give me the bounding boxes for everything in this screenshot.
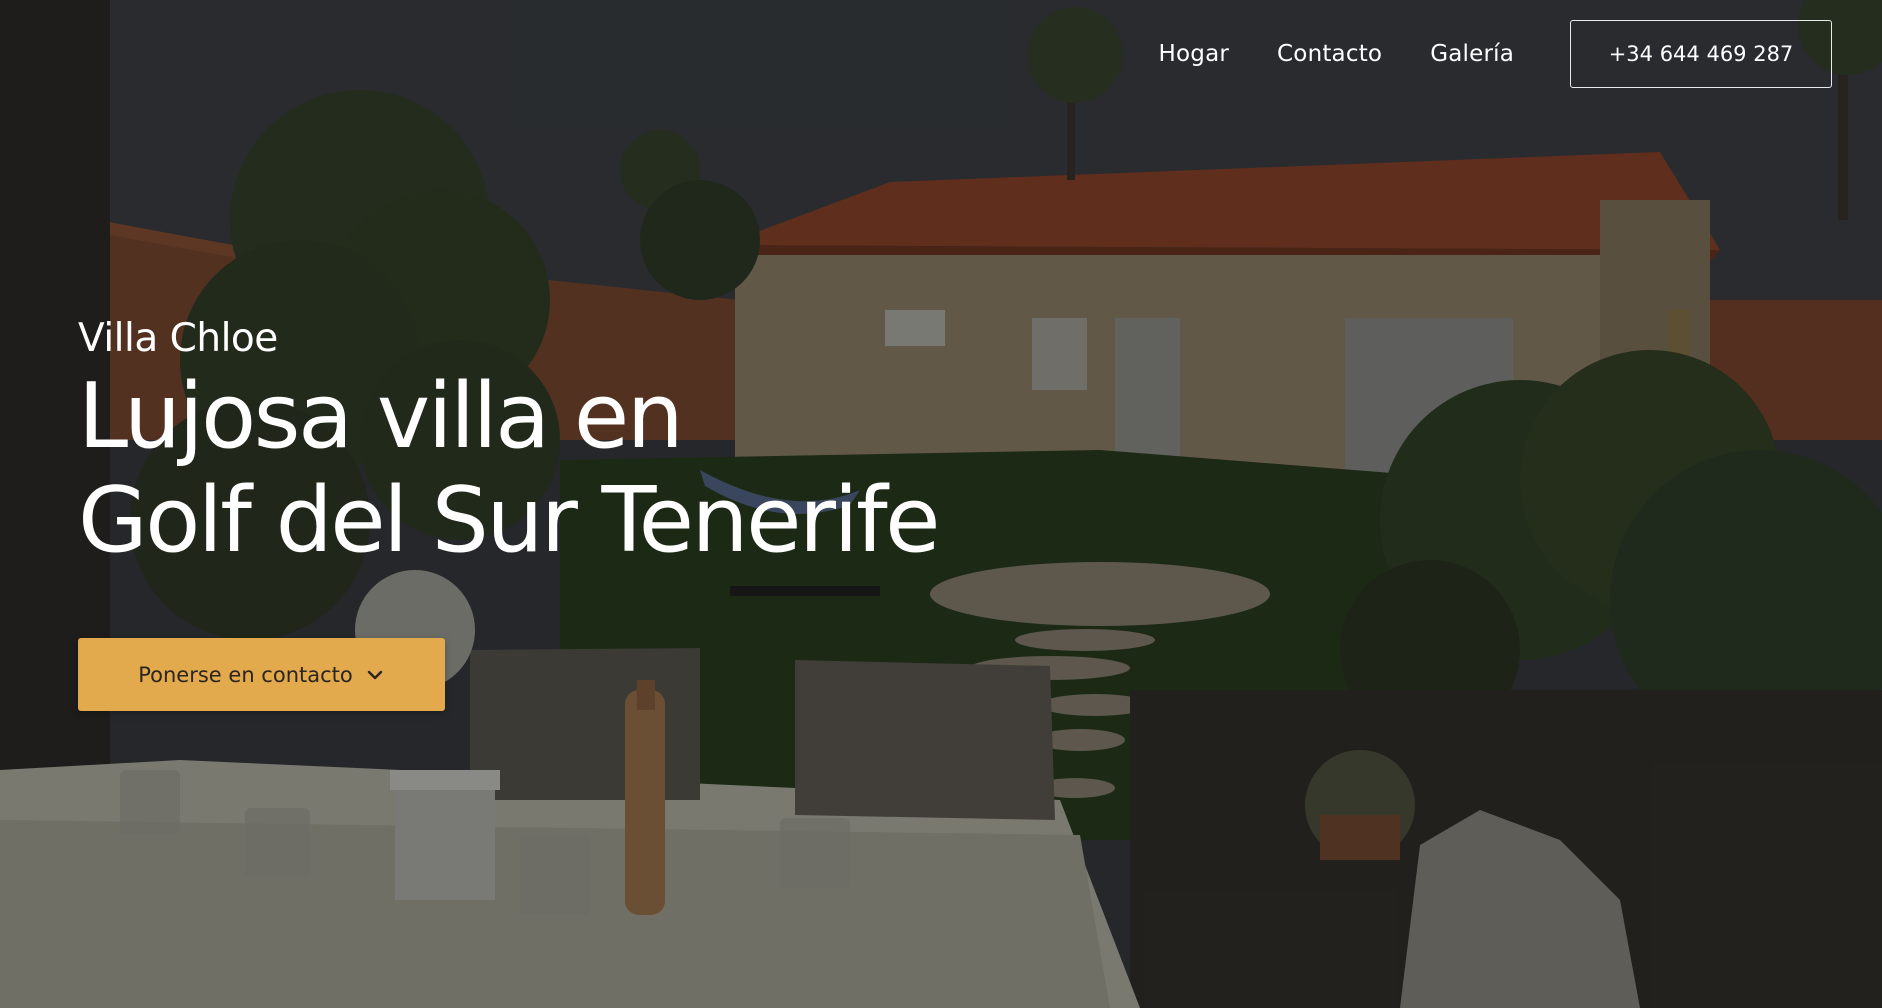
headline-line-2: Golf del Sur Tenerife bbox=[78, 468, 941, 573]
nav-link-hogar[interactable]: Hogar bbox=[1159, 41, 1230, 67]
headline-line-1: Lujosa villa en bbox=[78, 364, 684, 469]
hero-text-block: Villa Chloe Lujosa villa en Golf del Sur… bbox=[78, 315, 941, 573]
villa-name: Villa Chloe bbox=[78, 316, 278, 361]
hero-section: Hogar Contacto Galería +34 644 469 287 V… bbox=[0, 0, 1882, 1008]
chevron-down-icon bbox=[365, 665, 385, 685]
page-title: Lujosa villa en Golf del Sur Tenerife bbox=[78, 364, 941, 573]
phone-button[interactable]: +34 644 469 287 bbox=[1570, 20, 1832, 88]
top-navigation: Hogar Contacto Galería +34 644 469 287 bbox=[1159, 20, 1832, 88]
contact-cta-label: Ponerse en contacto bbox=[138, 662, 353, 687]
contact-cta-button[interactable]: Ponerse en contacto bbox=[78, 638, 445, 711]
nav-link-galeria[interactable]: Galería bbox=[1430, 41, 1514, 67]
nav-link-contacto[interactable]: Contacto bbox=[1277, 41, 1382, 67]
